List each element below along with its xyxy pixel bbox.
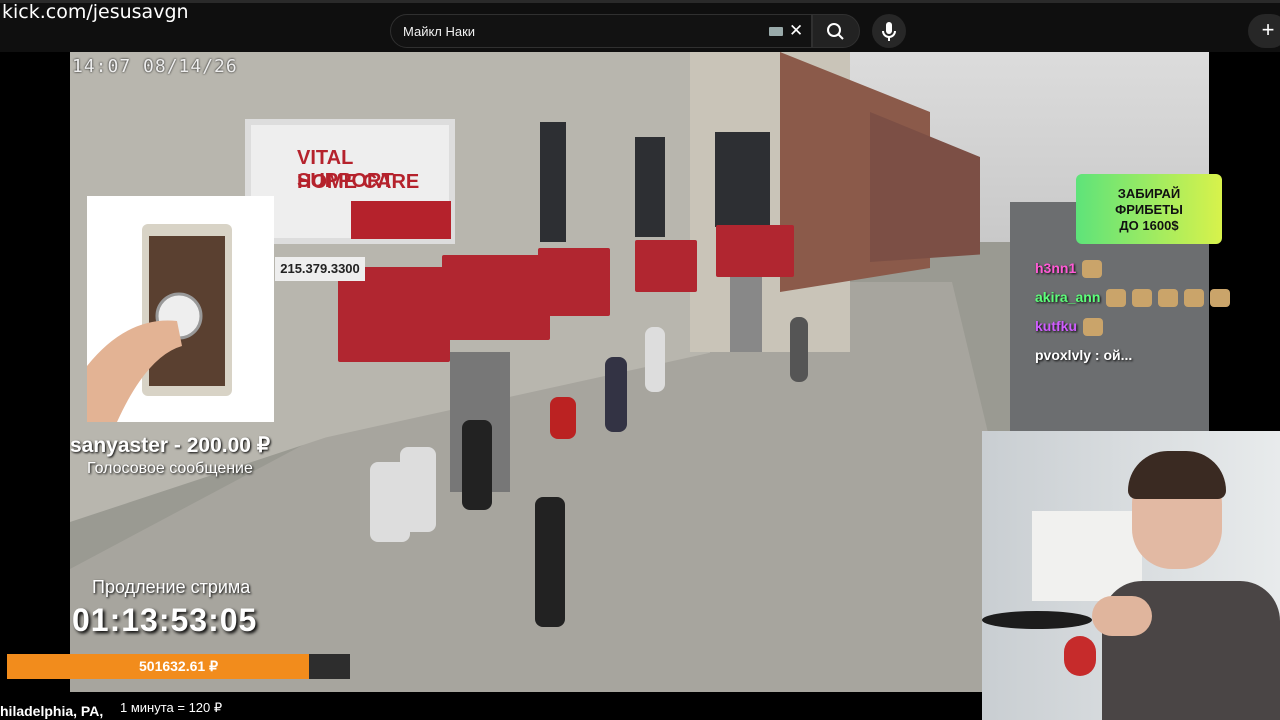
voice-search-button[interactable]	[872, 14, 906, 48]
red-awning	[635, 240, 697, 292]
vital-support-sign: VITAL SUPPORT HOME CARE	[245, 119, 455, 244]
chat-message: akira_ann	[1035, 289, 1235, 318]
search-button[interactable]	[812, 14, 860, 48]
chat-overlay: h3nn1 akira_annkutfku pvoxlvly : ой...	[1035, 260, 1235, 376]
pedestrian	[550, 397, 576, 439]
browser-toolbar: kick.com/jesusavgn Майкл Наки ✕ +	[0, 0, 1280, 52]
mic-arm	[982, 611, 1092, 629]
pedestrian	[605, 357, 627, 432]
pedestrian	[535, 497, 565, 627]
create-button[interactable]: +	[1248, 14, 1280, 48]
emote-icon	[1158, 289, 1179, 308]
sign-phone: 215.379.3300	[275, 257, 365, 281]
donation-donor: sanyaster - 200.00 ₽	[70, 434, 271, 457]
keyboard-icon[interactable]	[769, 27, 783, 36]
page-url[interactable]: kick.com/jesusavgn	[2, 1, 189, 23]
chat-message: h3nn1	[1035, 260, 1235, 289]
promo-line-1: ЗАБИРАЙ	[1117, 186, 1181, 201]
microphone	[1064, 636, 1096, 676]
pedestrian	[462, 420, 492, 510]
clear-icon[interactable]: ✕	[789, 21, 803, 41]
red-awning	[716, 225, 794, 277]
rate-label: 1 минута = 120 ₽	[120, 700, 223, 715]
emote-icon	[1106, 289, 1127, 308]
emote-icon	[1184, 289, 1205, 308]
chat-username[interactable]: kutfku	[1035, 318, 1077, 334]
donation-image	[87, 196, 274, 422]
emote-icon	[1132, 289, 1153, 308]
red-awning	[338, 267, 450, 362]
search-icon	[827, 23, 844, 40]
search-input[interactable]: Майкл Наки ✕	[390, 14, 812, 48]
doorbell-button-icon	[87, 224, 232, 422]
promo-banner[interactable]: ЗАБИРАЙ ФРИБЕТЫ ДО 1600$	[1076, 174, 1222, 244]
pedestrian	[400, 447, 436, 532]
sign-line-2: HOME CARE	[297, 171, 420, 193]
streamer-hand	[1092, 596, 1152, 636]
progress-value: 501632.61 ₽	[139, 658, 218, 674]
red-awning	[442, 255, 550, 340]
webcam-overlay	[982, 431, 1280, 720]
promo-line-2: ФРИБЕТЫ	[1115, 202, 1183, 217]
promo-line-3: ДО 1600$	[1119, 218, 1179, 233]
extension-label: Продление стрима	[92, 577, 251, 597]
emote-icon	[1082, 260, 1103, 279]
chat-username[interactable]: pvoxlvly	[1035, 347, 1091, 363]
stream-timer: 01:13:53:05	[72, 602, 258, 638]
location-label: hiladelphia, PA,	[0, 703, 104, 719]
shutter-door	[730, 277, 762, 352]
chat-username[interactable]: akira_ann	[1035, 289, 1100, 305]
chat-message: kutfku	[1035, 318, 1235, 347]
chat-username[interactable]: h3nn1	[1035, 260, 1076, 276]
donation-type: Голосовое сообщение	[87, 460, 253, 477]
emote-icon	[1083, 318, 1103, 337]
emote-icon	[1210, 289, 1231, 308]
sign-red-panel	[351, 201, 451, 239]
window	[540, 122, 566, 242]
red-awning	[538, 248, 610, 316]
chat-text: : ой...	[1091, 347, 1133, 363]
mic-icon	[882, 22, 896, 41]
window	[715, 132, 770, 227]
pedestrian	[645, 327, 665, 392]
tab-strip	[0, 0, 1280, 3]
chat-message: pvoxlvly : ой...	[1035, 347, 1235, 376]
donation-progress-bar: 501632.61 ₽	[7, 654, 350, 679]
window	[635, 137, 665, 237]
pedestrian	[790, 317, 808, 382]
camera-timestamp: 14:07 08/14/26	[72, 56, 238, 77]
search-query[interactable]: Майкл Наки	[403, 24, 475, 39]
